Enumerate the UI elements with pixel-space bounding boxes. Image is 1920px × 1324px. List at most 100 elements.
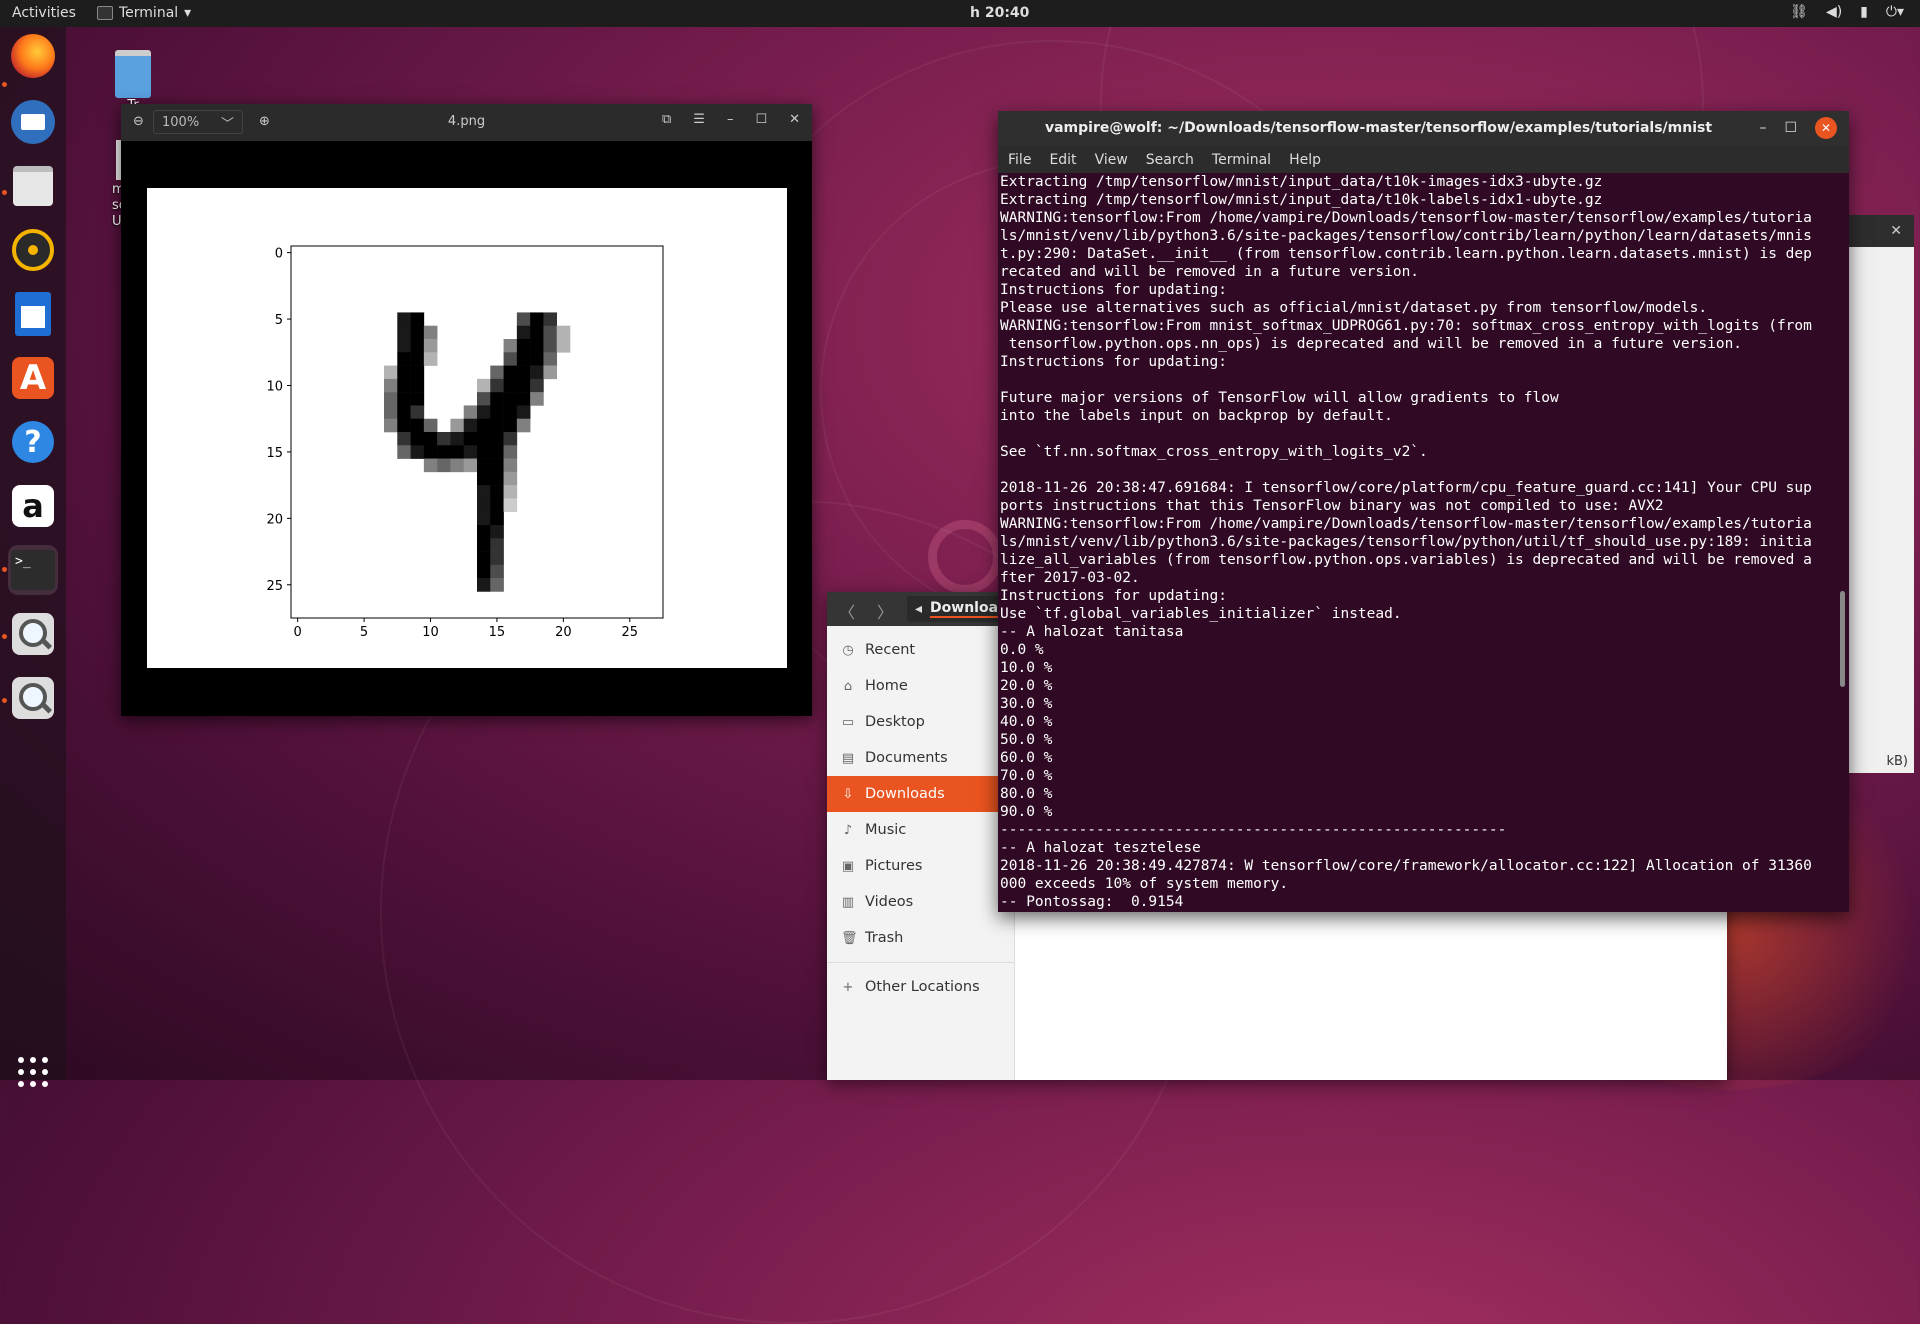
sidebar-item-trash[interactable]: 🗑 Trash xyxy=(827,920,1014,956)
terminal-line: Please use alternatives such as official… xyxy=(1000,300,1708,316)
heatmap-pixel xyxy=(543,325,558,340)
heatmap-pixel xyxy=(397,365,411,380)
terminal-line: 10.0 % xyxy=(1000,660,1053,676)
dock-thunderbird[interactable] xyxy=(8,97,58,147)
system-tray[interactable]: ⛓ ◀) ▮ ⏻▾ xyxy=(1790,4,1904,20)
sidebar-item-pictures[interactable]: ▣ Pictures xyxy=(827,848,1014,884)
folder-icon xyxy=(13,166,53,206)
terminal-scrollbar[interactable] xyxy=(1840,591,1845,687)
heatmap-pixel xyxy=(397,445,411,459)
heatmap-pixel xyxy=(556,339,571,353)
close-icon[interactable]: ✕ xyxy=(789,112,800,127)
music-icon xyxy=(12,229,54,271)
maximize-icon[interactable]: ☐ xyxy=(755,112,767,127)
dock-firefox[interactable] xyxy=(8,31,58,81)
terminal-line: WARNING:tensorflow:From mnist_softmax_UD… xyxy=(1000,318,1812,334)
fullscreen-icon[interactable]: ⧉ xyxy=(662,112,671,127)
dock-writer[interactable] xyxy=(8,289,58,339)
dock-help[interactable]: ? xyxy=(8,417,58,467)
heatmap-pixel xyxy=(397,378,411,393)
heatmap-pixel xyxy=(543,365,558,380)
heatmap-pixel xyxy=(503,485,518,499)
heatmap-pixel xyxy=(463,445,478,459)
breadcrumb-downloads[interactable]: Downloa xyxy=(930,600,999,618)
music-note-icon: ♪ xyxy=(843,822,853,838)
heatmap-pixel xyxy=(423,352,438,366)
heatmap-pixel xyxy=(410,445,425,459)
menu-terminal[interactable]: Terminal xyxy=(1212,152,1271,168)
heatmap-pixel xyxy=(397,312,411,327)
clock-icon: ◷ xyxy=(842,642,854,658)
heatmap-pixel xyxy=(384,392,398,406)
show-apps-grid-icon[interactable] xyxy=(18,1057,48,1087)
terminal-titlebar[interactable]: vampire@wolf: ~/Downloads/tensorflow-mas… xyxy=(998,111,1849,146)
back-icon[interactable]: 〈 xyxy=(839,599,855,623)
dock-terminal[interactable]: >_ xyxy=(8,545,58,595)
dock-amazon[interactable]: a xyxy=(8,481,58,531)
heatmap-pixel xyxy=(516,405,531,420)
heatmap-pixel xyxy=(530,325,544,340)
clock[interactable]: h 20:40 xyxy=(970,5,1029,21)
heatmap-pixel xyxy=(397,392,411,406)
heatmap-pixel xyxy=(410,392,425,406)
menu-edit[interactable]: Edit xyxy=(1049,152,1076,168)
dialog-close-icon[interactable]: ✕ xyxy=(1890,223,1902,239)
sidebar-item-desktop[interactable]: ▭ Desktop xyxy=(827,704,1014,740)
heatmap-pixel xyxy=(410,432,425,446)
heatmap-pixel xyxy=(516,312,531,327)
heatmap-pixel xyxy=(410,339,425,353)
heatmap-pixel xyxy=(477,378,491,393)
terminal-text: Extracting /tmp/tensorflow/mnist/input_d… xyxy=(1000,173,1835,911)
terminal-output[interactable]: Extracting /tmp/tensorflow/mnist/input_d… xyxy=(1000,173,1835,912)
menu-view[interactable]: View xyxy=(1095,152,1128,168)
forward-icon[interactable]: 〉 xyxy=(877,599,893,623)
power-menu-icon: ⏻▾ xyxy=(1885,4,1904,20)
minimize-icon[interactable]: – xyxy=(727,112,734,127)
path-left-arrow-icon[interactable]: ◂ xyxy=(915,601,922,617)
y-tick-label: 15 xyxy=(266,446,283,461)
heatmap-pixel xyxy=(477,538,491,552)
activities-button[interactable]: Activities xyxy=(12,5,76,21)
sidebar-item-other-locations[interactable]: + Other Locations xyxy=(827,969,1014,1005)
heatmap-pixel xyxy=(477,432,491,446)
menu-file[interactable]: File xyxy=(1008,152,1031,168)
heatmap-pixel xyxy=(490,445,504,459)
menu-search[interactable]: Search xyxy=(1146,152,1194,168)
pictures-icon: ▣ xyxy=(841,858,855,874)
sidebar-item-recent[interactable]: ◷ Recent xyxy=(827,632,1014,668)
heatmap-pixel xyxy=(490,458,504,473)
dock-software[interactable]: A xyxy=(8,353,58,403)
close-icon[interactable]: ✕ xyxy=(1815,117,1837,139)
heatmap-pixel xyxy=(516,378,531,393)
sidebar-item-videos[interactable]: ▥ Videos xyxy=(827,884,1014,920)
dock-files[interactable] xyxy=(8,161,58,211)
app-menu[interactable]: Terminal ▾ xyxy=(97,5,191,21)
terminal-line: 0.0 % xyxy=(1000,642,1044,658)
heatmap-pixel xyxy=(490,471,504,486)
minimize-icon[interactable]: – xyxy=(1759,120,1766,136)
terminal-line: Use `tf.global_variables_initializer` in… xyxy=(1000,606,1402,622)
heatmap-pixel xyxy=(410,352,425,366)
maximize-icon[interactable]: ☐ xyxy=(1784,120,1797,136)
sidebar-item-documents[interactable]: ▤ Documents xyxy=(827,740,1014,776)
sidebar-item-home[interactable]: ⌂ Home xyxy=(827,668,1014,704)
menu-help[interactable]: Help xyxy=(1289,152,1321,168)
path-bar[interactable]: ◂ Downloa xyxy=(907,596,1007,622)
heatmap-pixel xyxy=(503,471,518,486)
sidebar-item-music[interactable]: ♪ Music xyxy=(827,812,1014,848)
terminal-line: 000 exceeds 10% of system memory. xyxy=(1000,876,1289,892)
help-icon: ? xyxy=(12,421,54,463)
terminal-line: recated and will be removed in a future … xyxy=(1000,264,1420,280)
menu-icon[interactable]: ☰ xyxy=(693,112,705,127)
dock-image-viewer[interactable] xyxy=(8,609,58,659)
dock-rhythmbox[interactable] xyxy=(8,225,58,275)
heatmap-pixel xyxy=(410,365,425,380)
sidebar-item-downloads[interactable]: ⇩ Downloads xyxy=(827,776,1014,812)
terminal-line: 30.0 % xyxy=(1000,696,1053,712)
heatmap-pixel xyxy=(397,405,411,420)
terminal-line: 40.0 % xyxy=(1000,714,1053,730)
dock-image-viewer-2[interactable] xyxy=(8,673,58,723)
x-tick-label: 20 xyxy=(555,625,572,640)
